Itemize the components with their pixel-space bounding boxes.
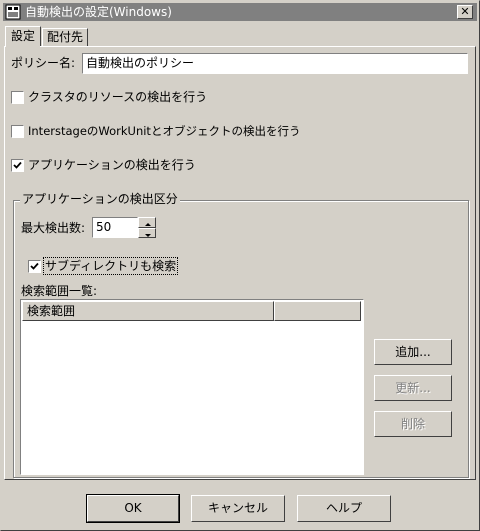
list-column-header[interactable]: 検索範囲	[22, 301, 274, 321]
ok-button[interactable]: OK	[86, 494, 180, 523]
search-range-list[interactable]: 検索範囲	[20, 299, 364, 475]
app-detect-checkbox[interactable]	[11, 159, 24, 172]
list-header-filler	[274, 301, 361, 321]
search-range-list-label: 検索範囲一覧:	[21, 284, 98, 298]
max-detect-input[interactable]: 50	[92, 217, 138, 238]
workunit-detect-checkbox[interactable]	[11, 125, 24, 138]
max-detect-label: 最大検出数:	[21, 221, 86, 235]
subdir-search-label[interactable]: サブディレクトリも検索	[43, 257, 179, 275]
policy-name-input[interactable]: 自動検出のポリシー	[82, 53, 468, 74]
app-icon	[5, 4, 21, 20]
spin-up-button[interactable]	[138, 217, 156, 228]
add-button[interactable]: 追加...	[374, 339, 452, 365]
tab-join	[6, 45, 40, 47]
cancel-button[interactable]: キャンセル	[191, 495, 285, 522]
policy-name-label: ポリシー名:	[11, 56, 76, 70]
app-detect-label[interactable]: アプリケーションの検出を行う	[28, 157, 196, 173]
close-button[interactable]: ✕	[457, 5, 473, 19]
check-icon	[13, 161, 22, 169]
cluster-detect-label[interactable]: クラスタのリソースの検出を行う	[28, 89, 207, 105]
policy-name-value: 自動検出のポリシー	[86, 56, 195, 70]
max-detect-value: 50	[96, 220, 112, 234]
delete-button[interactable]: 削除	[374, 411, 452, 437]
check-icon	[30, 262, 39, 270]
help-button[interactable]: ヘルプ	[297, 495, 391, 522]
title-bar[interactable]: 自動検出の設定(Windows) ✕	[3, 3, 477, 21]
close-icon: ✕	[460, 5, 470, 18]
subdir-search-checkbox[interactable]	[28, 260, 41, 273]
tab-settings[interactable]: 設定	[5, 26, 41, 47]
tab-distribution[interactable]: 配付先	[42, 28, 88, 46]
cluster-detect-checkbox[interactable]	[11, 91, 24, 104]
spin-down-icon	[145, 234, 151, 237]
spin-down-button[interactable]	[138, 228, 156, 238]
workunit-detect-label[interactable]: InterstageのWorkUnitとオブジェクトの検出を行う	[28, 123, 300, 139]
app-detect-group-title: アプリケーションの検出区分	[20, 191, 180, 207]
list-column-header-label: 検索範囲	[27, 304, 76, 318]
window-title: 自動検出の設定(Windows)	[25, 5, 172, 19]
update-button[interactable]: 更新...	[374, 375, 452, 401]
